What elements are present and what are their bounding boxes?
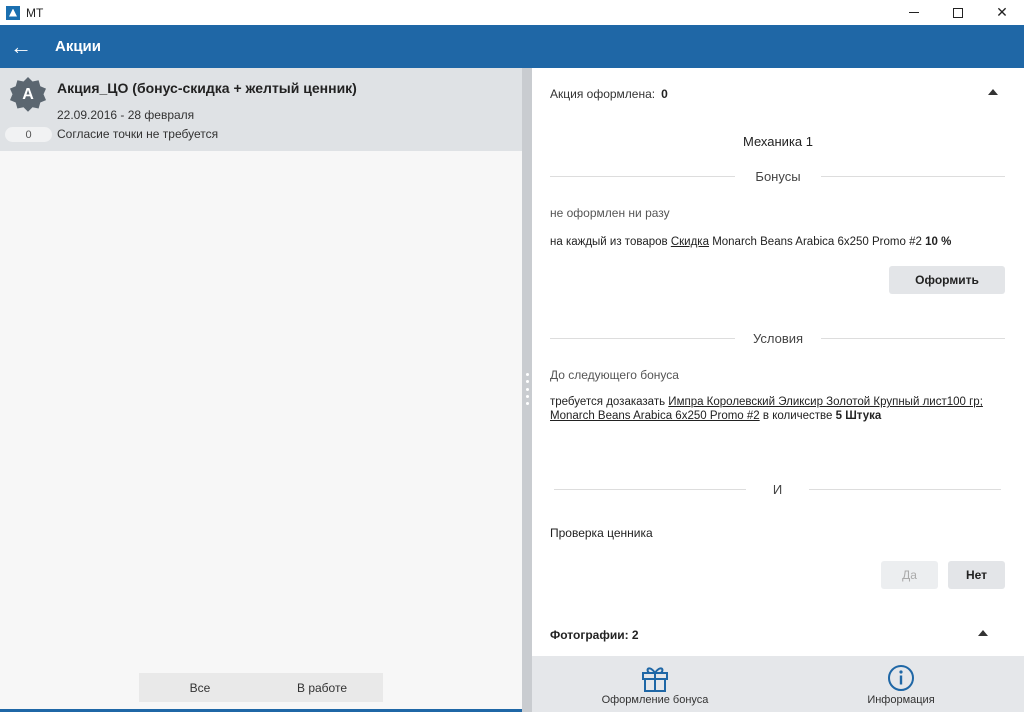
promotion-badge: A [9,76,47,114]
photos-value: 2 [631,628,639,642]
divider [550,176,735,177]
conditions-section-title: Условия [752,331,804,346]
badge-letter: A [22,86,34,103]
promotion-title: Акция_ЦО (бонус-скидка + желтый ценник) [57,80,357,96]
gift-icon [642,667,668,692]
divider [550,338,735,339]
maximize-icon [953,7,963,18]
registered-value: 0 [661,87,668,101]
divider [821,338,1005,339]
arrow-left-icon: ← [10,33,32,59]
page-title: Акции [55,38,102,55]
yes-button[interactable]: Да [881,561,938,589]
bonus-discount-link[interactable]: Скидка [671,236,709,248]
registered-row: Акция оформлена: 0 [550,87,668,101]
close-icon: ✕ [996,4,1008,20]
next-bonus-label: До следующего бонуса [550,368,679,382]
divider [554,489,746,490]
bonus-percent: 10 % [925,236,952,248]
collapse-photos-icon[interactable] [978,630,988,636]
promotion-counter: 0 [5,127,52,142]
nav-info-label: Информация [867,694,935,706]
nav-bonus-label: Оформление бонуса [601,694,709,706]
condition-description: требуется дозаказать Импра Королевский Э… [550,395,1005,423]
promotion-consent-note: Согласие точки не требуется [57,127,219,141]
photos-row: Фотографии: 2 [550,628,639,642]
splitter-grip-icon [525,373,529,405]
promotion-dates: 22.09.2016 - 28 февраля [57,108,195,122]
back-button[interactable]: ← [1,25,41,68]
mechanics-title: Механика 1 [743,134,813,149]
window-title: МТ [26,5,44,20]
bonus-text-prefix: на каждый из товаров [550,236,668,248]
registered-label: Акция оформлена: [550,87,656,101]
app-header: ← Акции [0,25,1024,68]
bonus-product: Monarch Beans Arabica 6x250 Promo #2 [712,236,922,248]
pane-splitter[interactable] [522,68,532,712]
minimize-icon [909,12,919,13]
photos-label: Фотографии: [550,628,629,642]
bottom-navigation: Оформление бонуса Информация [532,656,1024,712]
window-controls: ✕ [892,0,1024,25]
maximize-button[interactable] [936,0,980,25]
nav-bonus-registration[interactable]: Оформление бонуса [532,656,778,712]
minimize-button[interactable] [892,0,936,25]
nav-information[interactable]: Информация [778,656,1024,712]
promotion-list-item[interactable]: A Акция_ЦО (бонус-скидка + желтый ценник… [0,68,522,151]
divider [821,176,1005,177]
divider [809,489,1001,490]
apply-bonus-button[interactable]: Оформить [889,266,1005,294]
app-logo-icon [6,5,20,20]
price-check-label: Проверка ценника [550,526,653,540]
collapse-registered-icon[interactable] [988,89,998,95]
promotion-details-pane: Акция оформлена: 0 Механика 1 Бонусы не о… [532,68,1024,656]
condition-prefix: требуется дозаказать [550,396,666,408]
filter-tabs: Все В работе [139,673,383,702]
tab-in-work[interactable]: В работе [261,673,383,702]
tab-all[interactable]: Все [139,673,261,702]
and-separator: И [772,482,783,497]
info-icon [888,665,914,691]
promotions-list-pane: A Акция_ЦО (бонус-скидка + желтый ценник… [0,68,522,712]
condition-mid: в количестве [762,410,833,422]
bonuses-section-title: Бонусы [755,169,801,184]
no-button[interactable]: Нет [948,561,1005,589]
window-titlebar: МТ ✕ [0,0,1024,25]
bonus-status: не оформлен ни разу [550,206,670,220]
close-button[interactable]: ✕ [980,0,1024,25]
bonus-description: на каждый из товаров Скидка Monarch Bean… [550,235,1005,249]
condition-quantity: 5 Штука [835,410,882,422]
